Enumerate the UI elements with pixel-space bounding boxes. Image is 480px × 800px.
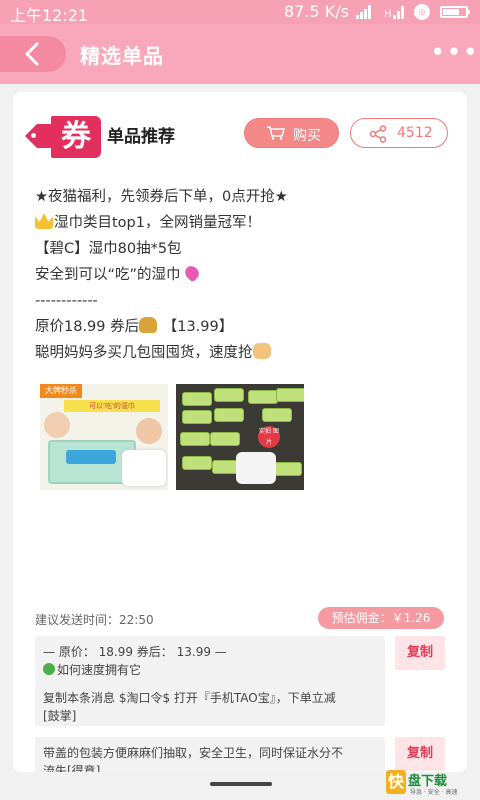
clover-icon xyxy=(43,663,55,675)
desc-line: ------------ xyxy=(35,288,455,314)
product-description: ★夜猫福利，先领券后下单，0点开抢★ 湿巾类目top1，全网销量冠军！ 【碧C】… xyxy=(35,184,455,366)
copy-button[interactable]: 复制 xyxy=(395,636,445,670)
back-button[interactable] xyxy=(0,36,66,72)
desc-price: 【13.99】 xyxy=(162,319,234,335)
wipes-pack xyxy=(182,410,212,424)
more-button[interactable]: ••• xyxy=(430,38,479,68)
image-banner: 可以'吃'的湿巾 xyxy=(64,400,160,412)
share-count: 4512 xyxy=(397,125,433,141)
copy-text-block: — 原价： 18.99 券后： 13.99 — 如何速度拥有它 复制本条消息 $… xyxy=(35,636,385,726)
svg-text:H: H xyxy=(384,9,392,19)
copy-line xyxy=(43,679,377,689)
copy-line: [鼓掌] xyxy=(43,709,77,723)
wipes-pack xyxy=(272,462,302,476)
app-notification-icon: ◎ xyxy=(414,4,430,20)
copy-line: 带盖的包装方便麻麻们抽取，安全卫生，同时保证水分不 xyxy=(43,746,344,760)
battery-icon xyxy=(440,6,470,18)
crown-icon xyxy=(35,213,53,229)
share-button[interactable]: 4512 xyxy=(350,118,448,148)
send-time: 建议发送时间：22:50 xyxy=(35,613,154,627)
money-bag-icon xyxy=(139,317,158,333)
share-icon xyxy=(369,125,387,143)
copy-text-block: 带盖的包装方便麻麻们抽取，安全卫生，同时保证水分不 流失[得意] xyxy=(35,737,385,772)
card-title: 单品推荐 xyxy=(107,127,175,147)
copy-line: 如何速度拥有它 xyxy=(43,661,377,679)
copy-line-text: 如何速度拥有它 xyxy=(57,663,142,677)
commission-badge: 预估佣金：￥1.26 xyxy=(318,607,444,629)
desc-text: 【碧C】湿巾80抽*5包 xyxy=(35,241,182,257)
wipes-pack xyxy=(214,408,244,422)
wipes-pack xyxy=(182,456,212,470)
wipes-pack xyxy=(182,392,212,406)
copy-button[interactable]: 复制 xyxy=(395,737,445,771)
wipes-pack xyxy=(248,390,278,404)
wipes-pack xyxy=(210,432,240,446)
desc-line: 安全到可以“吃”的湿巾 xyxy=(35,262,455,288)
desc-text: ★夜猫福利，先领券后下单，0点开抢★ xyxy=(35,189,288,205)
page-title: 精选单品 xyxy=(80,44,164,68)
desc-text: 原价18.99 券后 xyxy=(35,319,140,335)
buy-label: 购买 xyxy=(293,128,321,144)
wipes-pack xyxy=(262,408,292,422)
wipes-pack xyxy=(214,388,244,402)
signal-icon xyxy=(356,5,371,19)
cart-icon xyxy=(267,126,285,140)
image-badge: 大牌秒杀 xyxy=(40,384,82,398)
photo-stamp: 实拍 图片 xyxy=(258,426,280,448)
heart-icon xyxy=(181,263,202,283)
desc-text: 聪明妈妈多买几包囤囤货，速度抢 xyxy=(35,345,253,361)
coupon-logo: 券 xyxy=(25,116,105,158)
watermark-logo: 快 盘下载 导急 · 安全 · 高速 xyxy=(386,770,476,798)
desc-text: 湿巾类目top1，全网销量冠军！ xyxy=(54,215,261,231)
desc-line: 湿巾类目top1，全网销量冠军！ xyxy=(35,210,455,236)
baby-figure xyxy=(44,412,70,438)
home-indicator[interactable] xyxy=(210,782,272,786)
buy-button[interactable]: 购买 xyxy=(244,118,339,148)
desc-text: ------------ xyxy=(35,293,98,309)
desc-line: 原价18.99 券后 【13.99】 xyxy=(35,314,455,340)
copy-line: — 原价： 18.99 券后： 13.99 — xyxy=(43,645,227,659)
coupon-logo-text: 券 xyxy=(51,116,101,158)
fist-icon xyxy=(252,343,271,359)
desc-line: ★夜猫福利，先领券后下单，0点开抢★ xyxy=(35,184,455,210)
status-bar: 上午12:21 87.5 K/s H ◎ xyxy=(0,0,480,25)
wipe-sheet xyxy=(122,450,166,486)
signal-hd-icon: H xyxy=(384,6,404,19)
desc-line: 【碧C】湿巾80抽*5包 xyxy=(35,236,455,262)
app-header: 精选单品 ••• xyxy=(0,24,480,84)
wipes-pack xyxy=(180,432,210,446)
copy-line: 复制本条消息 $淘口令$ 打开『手机TAO宝』，下单立减 xyxy=(43,691,336,705)
product-image-2[interactable]: 实拍 图片 xyxy=(176,384,304,490)
wipes-pack xyxy=(276,388,304,402)
desc-text: 安全到可以“吃”的湿巾 xyxy=(35,267,181,283)
network-speed: 87.5 K/s xyxy=(284,2,349,21)
copy-line: 流失[得意] xyxy=(43,764,101,772)
wipe-sheet xyxy=(236,452,276,484)
chevron-left-icon xyxy=(25,42,39,66)
watermark-logo-mark: 快 xyxy=(386,770,406,794)
baby-figure xyxy=(136,418,162,444)
desc-line: 聪明妈妈多买几包囤囤货，速度抢 xyxy=(35,340,455,366)
product-card: 券 单品推荐 购买 4512 ★夜猫福利，先领券后下单，0点开抢★ 湿巾类目to… xyxy=(13,92,467,772)
more-dots-icon: ••• xyxy=(430,38,480,68)
status-time: 上午12:21 xyxy=(10,6,89,25)
watermark-slogan: 导急 · 安全 · 高速 xyxy=(410,789,458,796)
product-image-1[interactable]: 大牌秒杀 可以'吃'的湿巾 xyxy=(40,384,168,490)
